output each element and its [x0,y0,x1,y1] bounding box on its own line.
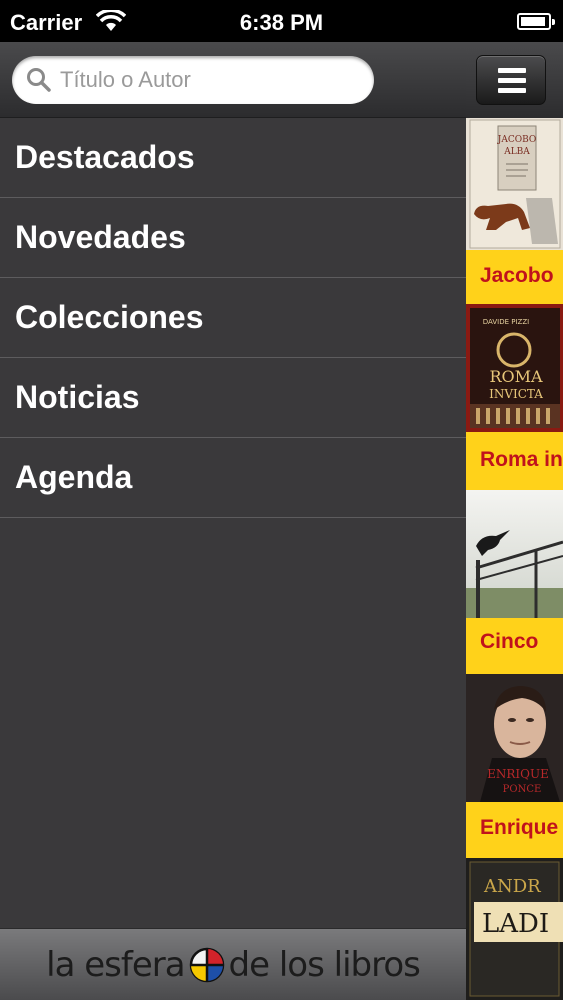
svg-text:INVICTA: INVICTA [489,387,543,401]
clock: 6:38 PM [239,10,324,35]
book-cover-image [466,490,563,618]
svg-text:JACOBO: JACOBO [497,135,537,145]
menu-item-novedades[interactable]: Novedades [0,198,466,278]
hamburger-icon [498,68,526,73]
logo-text-right: de los libros [228,944,421,985]
book-cover-1[interactable]: JACOBO ALBA [466,118,563,250]
book-cover-image: ANDR LADI [466,858,563,1000]
svg-text:ROMA: ROMA [489,367,543,386]
menu-item-colecciones[interactable]: Colecciones [0,278,466,358]
book-cover-image: JACOBO ALBA [466,118,563,250]
svg-text:ANDR: ANDR [483,876,541,897]
book-cover-5[interactable]: ANDR LADI [466,858,563,1000]
status-bar: Carrier 6:38 PM [0,0,563,42]
book-list: JACOBO ALBA Jacobo DAVIDE PIZZI ROMA INV… [466,118,563,1000]
globe-logo-icon [189,947,224,982]
menu-item-agenda[interactable]: Agenda [0,438,466,518]
svg-text:ENRIQUE: ENRIQUE [487,767,549,781]
battery-icon [517,13,555,30]
menu-item-destacados[interactable]: Destacados [0,118,466,198]
book-cover-4[interactable]: ENRIQUE PONCE [466,674,563,802]
menu-item-noticias[interactable]: Noticias [0,358,466,438]
menu-list: Destacados Novedades Colecciones Noticia… [0,118,466,518]
brand-logo: la esfera de los libros [46,944,421,985]
book-cover-2[interactable]: DAVIDE PIZZI ROMA INVICTA [466,304,563,432]
book-title-2[interactable]: Roma in [480,448,563,472]
book-cover-image: DAVIDE PIZZI ROMA INVICTA [466,304,563,432]
search-input[interactable] [60,62,360,98]
logo-text-left: la esfera [46,944,185,985]
svg-text:DAVIDE PIZZI: DAVIDE PIZZI [483,318,529,326]
footer: la esfera de los libros [0,928,466,1000]
book-title-1[interactable]: Jacobo [480,264,554,288]
book-cover-3[interactable] [466,490,563,618]
menu-toggle-button[interactable] [476,55,546,105]
book-cover-image: ENRIQUE PONCE [466,674,563,802]
book-title-4[interactable]: Enrique [480,816,558,840]
svg-text:PONCE: PONCE [503,784,542,795]
svg-text:ALBA: ALBA [503,147,530,157]
svg-text:LADI: LADI [482,909,549,939]
search-bar [0,42,466,118]
search-icon [27,68,51,92]
side-menu: Destacados Novedades Colecciones Noticia… [0,42,466,1000]
book-title-3[interactable]: Cinco [480,630,538,654]
search-field[interactable] [12,56,374,104]
